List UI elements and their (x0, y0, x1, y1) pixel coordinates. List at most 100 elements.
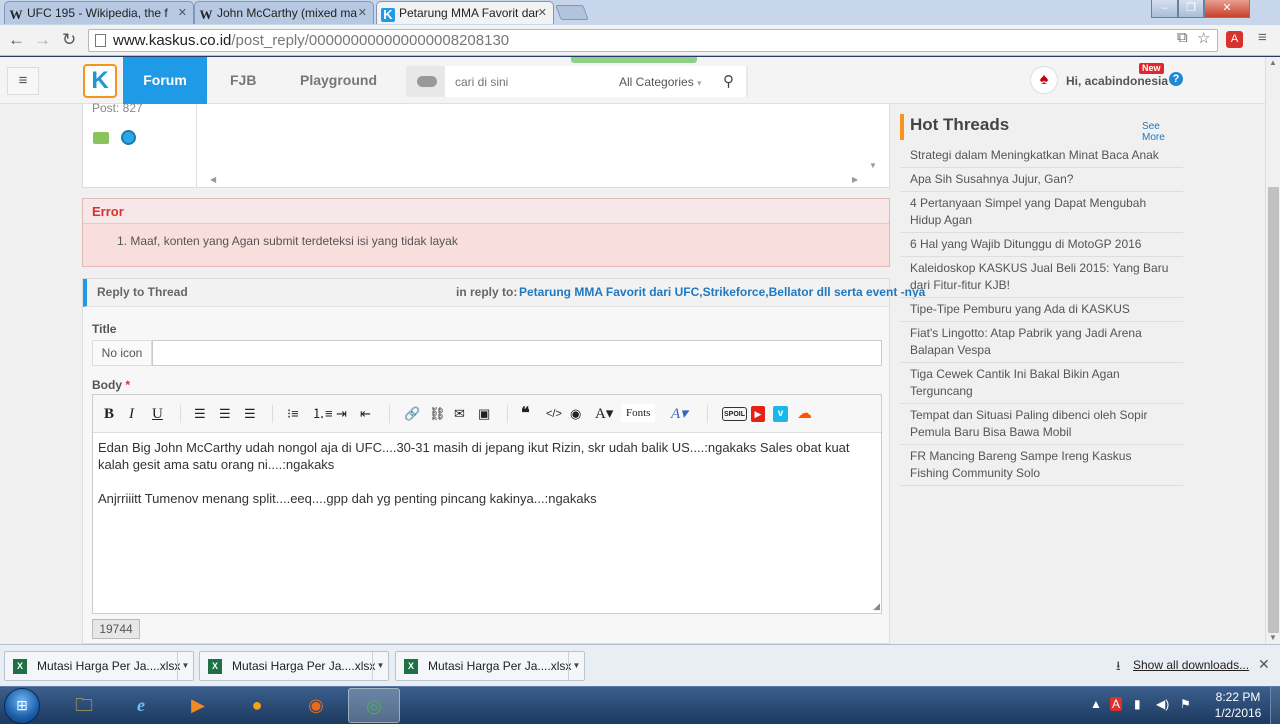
bullet-list-icon[interactable]: ⁝≡ (287, 406, 299, 422)
code-icon[interactable]: </> (546, 406, 562, 422)
tab-close-icon[interactable]: ✕ (178, 6, 187, 19)
youtube-icon[interactable]: ▶ (751, 406, 765, 422)
scrollbar-thumb[interactable] (1268, 187, 1279, 633)
nav-forum[interactable]: Forum (123, 57, 207, 104)
scroll-left-icon[interactable]: ◀ (210, 175, 216, 184)
hot-thread-item[interactable]: 6 Hal yang Wajib Ditunggu di MotoGP 2016 (900, 233, 1183, 257)
hamburger-menu-icon[interactable]: ≡ (7, 67, 39, 95)
align-right-icon[interactable]: ☰ (244, 406, 256, 422)
numbered-list-icon[interactable]: ⒈≡ (312, 406, 333, 422)
chevron-down-icon[interactable]: ▼ (372, 652, 388, 680)
see-more-link[interactable]: See More (1142, 121, 1183, 143)
fonts-dropdown[interactable]: Fonts (621, 404, 656, 422)
tab-close-icon[interactable]: ✕ (538, 6, 547, 19)
start-button[interactable]: ⊞ (4, 688, 40, 724)
tab-petarung-mma[interactable]: K Petarung MMA Favorit dar ✕ (376, 1, 554, 24)
chrome-icon[interactable]: ◎ (348, 688, 400, 723)
align-center-icon[interactable]: ☰ (219, 406, 231, 422)
search-icon[interactable]: ⚲ (723, 72, 734, 90)
kaskus-logo[interactable]: K (83, 64, 117, 98)
underline-button[interactable]: U (152, 406, 163, 422)
maximize-button[interactable]: ❐ (1178, 0, 1204, 18)
title-input[interactable] (152, 340, 882, 366)
hot-thread-item[interactable]: Kaleidoskop KASKUS Jual Beli 2015: Yang … (900, 257, 1183, 298)
explorer-icon[interactable]: 🗀 (58, 688, 110, 723)
menu-icon[interactable]: ≡ (1258, 29, 1267, 46)
thread-link[interactable]: Petarung MMA Favorit dari UFC,Strikeforc… (519, 285, 925, 299)
hot-thread-item[interactable]: Tempat dan Situasi Paling dibenci oleh S… (900, 404, 1183, 445)
close-icon[interactable]: ✕ (1258, 656, 1270, 673)
quote-icon[interactable]: ❝ (521, 406, 530, 422)
volume-icon[interactable]: ◀) (1156, 697, 1169, 711)
outdent-icon[interactable]: ⇤ (360, 406, 371, 422)
chevron-down-icon[interactable]: ▼ (568, 652, 584, 680)
user-greeting[interactable]: Hi, acabindonesia (1066, 74, 1168, 88)
page-scrollbar[interactable]: ▲ ▼ (1265, 57, 1280, 644)
system-clock[interactable]: 8:22 PM 1/2/2016 (1208, 689, 1268, 721)
align-left-icon[interactable]: ☰ (194, 406, 206, 422)
image-icon[interactable]: ▣ (478, 406, 490, 422)
back-icon[interactable]: ← (8, 30, 25, 50)
internet-explorer-icon[interactable]: e (115, 688, 167, 723)
resize-grip-icon[interactable]: ◢ (873, 601, 880, 612)
close-window-button[interactable]: ✕ (1204, 0, 1250, 18)
scroll-right-icon[interactable]: ▶ (852, 175, 858, 184)
unlink-icon[interactable]: ⛓ (429, 406, 446, 422)
translate-icon[interactable]: ⧉ (1177, 29, 1188, 46)
record-icon[interactable]: ◉ (570, 406, 581, 422)
font-color-icon[interactable]: A▾ (671, 406, 688, 422)
bookmark-star-icon[interactable]: ☆ (1197, 29, 1210, 47)
category-select[interactable]: All Categories ▾ (619, 75, 702, 89)
nav-fjb[interactable]: FJB (230, 57, 256, 104)
hot-thread-item[interactable]: FR Mancing Bareng Sampe Ireng Kaskus Fis… (900, 445, 1183, 486)
action-center-flag-icon[interactable]: ⚑ (1180, 697, 1191, 711)
app-icon[interactable]: ● (231, 688, 283, 723)
firefox-icon[interactable]: ◉ (290, 688, 342, 723)
show-desktop-button[interactable] (1270, 687, 1280, 724)
scroll-down-icon[interactable]: ▼ (1269, 633, 1277, 642)
hot-thread-item[interactable]: Apa Sih Susahnya Jujur, Gan? (900, 168, 1183, 192)
post-hscrollbar[interactable]: ◀ ▶ (198, 173, 866, 186)
italic-button[interactable]: I (129, 406, 134, 422)
download-item[interactable]: X Mutasi Harga Per Ja....xlsx ▼ (199, 651, 389, 681)
indent-icon[interactable]: ⇥ (336, 406, 347, 422)
font-size-icon[interactable]: A▾ (595, 406, 613, 422)
soundcloud-icon[interactable]: ☁ (797, 406, 812, 422)
editor-content[interactable]: Edan Big John McCarthy udah nongol aja d… (98, 439, 878, 524)
hot-thread-item[interactable]: Strategi dalam Meningkatkan Minat Baca A… (900, 144, 1183, 168)
antivirus-icon[interactable]: A (1110, 697, 1123, 711)
tab-john-mccarthy[interactable]: W John McCarthy (mixed ma ✕ (194, 1, 374, 24)
reload-icon[interactable]: ↻ (62, 30, 76, 50)
show-hidden-icons-icon[interactable]: ▲ (1090, 697, 1102, 711)
network-icon[interactable]: ▮ (1134, 697, 1141, 711)
chevron-down-icon[interactable]: ▼ (177, 652, 193, 680)
media-player-icon[interactable]: ▶ (172, 688, 224, 723)
icon-select[interactable]: No icon (92, 340, 152, 366)
avatar[interactable]: ♠ (1030, 66, 1058, 94)
download-item[interactable]: X Mutasi Harga Per Ja....xlsx ▼ (4, 651, 194, 681)
hot-thread-item[interactable]: Fiat's Lingotto: Atap Pabrik yang Jadi A… (900, 322, 1183, 363)
tab-ufc195[interactable]: W UFC 195 - Wikipedia, the f ✕ (4, 1, 194, 24)
nav-playground[interactable]: Playground (300, 57, 377, 104)
address-bar[interactable]: www.kaskus.co.id/post_reply/000000000000… (88, 29, 1218, 52)
minimize-button[interactable]: ‒ (1151, 0, 1178, 18)
scroll-down-icon[interactable]: ▼ (866, 161, 880, 170)
vimeo-icon[interactable]: v (773, 406, 788, 422)
tab-title: UFC 195 - Wikipedia, the f (27, 6, 168, 20)
email-icon[interactable]: ✉ (454, 406, 465, 422)
extension-icon[interactable]: A (1226, 31, 1243, 48)
hot-thread-item[interactable]: Tipe-Tipe Pemburu yang Ada di KASKUS (900, 298, 1183, 322)
hot-thread-item[interactable]: Tiga Cewek Cantik Ini Bakal Bikin Agan T… (900, 363, 1183, 404)
show-all-downloads-link[interactable]: Show all downloads... (1133, 658, 1249, 672)
help-icon[interactable]: ? (1169, 72, 1183, 86)
scroll-up-icon[interactable]: ▲ (1269, 58, 1277, 67)
bold-button[interactable]: B (104, 406, 114, 422)
spoiler-button[interactable]: SPOIL (722, 407, 748, 421)
link-icon[interactable]: 🔗 (404, 406, 420, 422)
hot-thread-item[interactable]: 4 Pertanyaan Simpel yang Dapat Mengubah … (900, 192, 1183, 233)
download-item[interactable]: X Mutasi Harga Per Ja....xlsx ▼ (395, 651, 585, 681)
tab-close-icon[interactable]: ✕ (358, 6, 367, 19)
new-tab-button[interactable] (555, 5, 589, 20)
forward-icon[interactable]: → (34, 30, 51, 50)
post-scrollbar[interactable]: ▼ (866, 104, 880, 170)
